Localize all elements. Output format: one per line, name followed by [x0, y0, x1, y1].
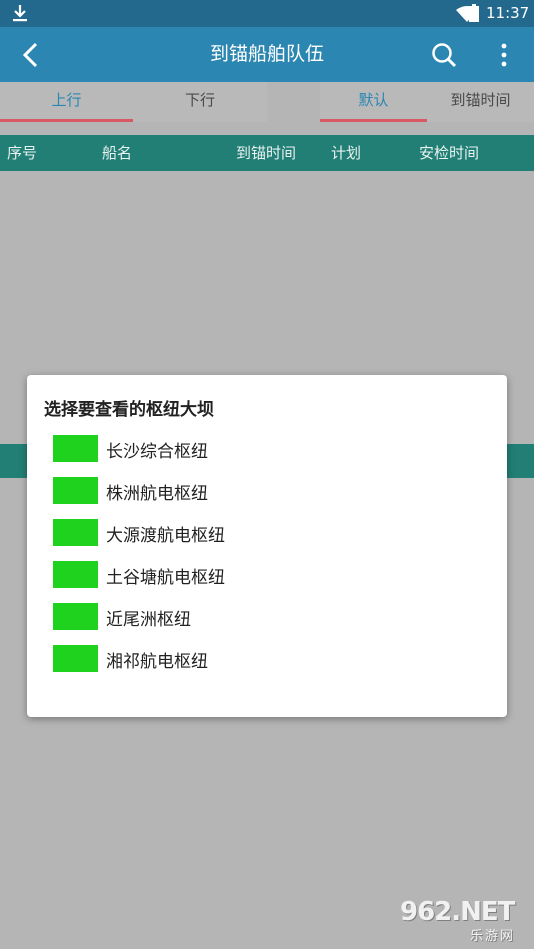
option-label: 长沙综合枢纽 — [106, 442, 208, 462]
watermark-subtitle: 乐游网 — [470, 929, 516, 944]
app-bar: 到锚船舶队伍 — [0, 27, 534, 82]
tab-downstream[interactable]: 下行 — [133, 82, 267, 122]
dialog-title: 选择要查看的枢纽大坝 — [44, 400, 214, 420]
option-label: 株洲航电枢纽 — [106, 484, 208, 504]
dialog-option[interactable]: 长沙综合枢纽 — [53, 435, 353, 465]
option-swatch — [53, 645, 98, 672]
dialog-option[interactable]: 大源渡航电枢纽 — [53, 519, 353, 549]
dialog-option[interactable]: 株洲航电枢纽 — [53, 477, 353, 507]
search-icon[interactable] — [430, 41, 458, 69]
tab-default-sort[interactable]: 默认 — [320, 82, 427, 122]
option-swatch — [53, 561, 98, 588]
option-swatch — [53, 477, 98, 504]
option-label: 土谷塘航电枢纽 — [106, 568, 225, 588]
battery-icon — [469, 4, 479, 22]
watermark-logo: 962.NET 乐游网 — [394, 895, 530, 945]
dialog-option[interactable]: 近尾洲枢纽 — [53, 603, 353, 633]
option-swatch — [53, 435, 98, 462]
tab-anchor-time-sort[interactable]: 到锚时间 — [427, 82, 534, 122]
watermark-brand: 962.NET — [400, 897, 515, 927]
download-icon — [13, 5, 27, 22]
status-bar: 11:37 — [0, 0, 534, 27]
column-header-ship-name: 船名 — [102, 144, 133, 162]
dialog-option[interactable]: 土谷塘航电枢纽 — [53, 561, 353, 591]
column-header-inspection-time: 安检时间 — [419, 144, 480, 162]
dialog-option[interactable]: 湘祁航电枢纽 — [53, 645, 353, 675]
option-swatch — [53, 603, 98, 630]
column-header-index: 序号 — [7, 144, 38, 162]
option-swatch — [53, 519, 98, 546]
option-label: 湘祁航电枢纽 — [106, 652, 208, 672]
sort-tabs: 默认 到锚时间 — [320, 82, 534, 122]
more-vert-icon[interactable] — [492, 41, 516, 69]
direction-tabs: 上行 下行 — [0, 82, 267, 122]
status-time: 11:37 — [486, 4, 530, 22]
option-label: 大源渡航电枢纽 — [106, 526, 225, 546]
option-label: 近尾洲枢纽 — [106, 610, 191, 630]
hub-select-dialog: 选择要查看的枢纽大坝 长沙综合枢纽 株洲航电枢纽 大源渡航电枢纽 土谷塘航电枢纽… — [27, 375, 507, 717]
back-arrow-icon[interactable] — [18, 41, 44, 69]
tab-upstream[interactable]: 上行 — [0, 82, 133, 122]
column-header-plan: 计划 — [331, 144, 362, 162]
column-header-anchor-time: 到锚时间 — [236, 144, 297, 162]
table-header: 序号 船名 到锚时间 计划 安检时间 — [0, 135, 534, 171]
